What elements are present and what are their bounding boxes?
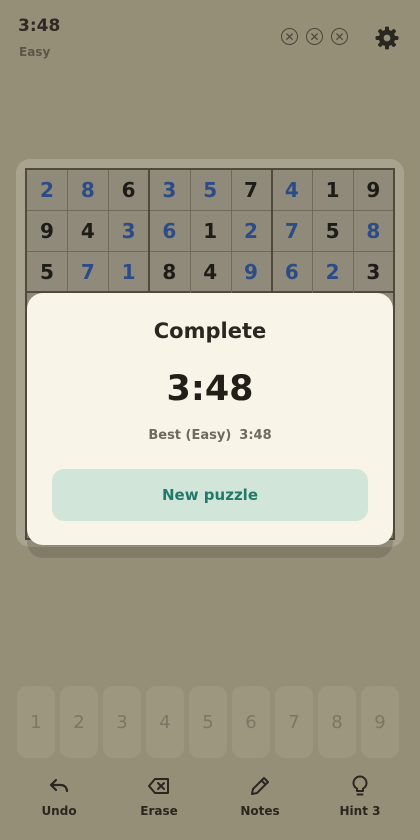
undo-icon: [49, 778, 69, 793]
number-key-2[interactable]: 2: [60, 686, 98, 758]
board-cell[interactable]: 1: [109, 252, 149, 292]
mistake-2-icon: ✕: [306, 28, 323, 45]
board-cell[interactable]: 5: [313, 211, 353, 251]
board-cell[interactable]: 2: [231, 211, 271, 251]
mistake-1-icon: ✕: [281, 28, 298, 45]
number-key-7[interactable]: 7: [275, 686, 313, 758]
board-cell[interactable]: 8: [68, 170, 108, 210]
timer: 3:48: [18, 16, 61, 36]
hint-label: Hint 3: [339, 804, 381, 818]
number-key-6[interactable]: 6: [232, 686, 270, 758]
notes-label: Notes: [240, 804, 280, 818]
best-label: Best (Easy): [148, 428, 232, 443]
number-key-4[interactable]: 4: [146, 686, 184, 758]
notes-button[interactable]: Notes: [220, 770, 300, 830]
board-cell[interactable]: 6: [272, 252, 312, 292]
best-time-line: Best (Easy) 3:48: [27, 428, 393, 443]
lightbulb-icon: [352, 775, 368, 796]
number-key-3[interactable]: 3: [103, 686, 141, 758]
board-cell[interactable]: 8: [149, 252, 189, 292]
undo-button[interactable]: Undo: [19, 770, 99, 830]
board-cell[interactable]: 1: [190, 211, 230, 251]
board-cell[interactable]: 3: [149, 170, 189, 210]
dialog-title: Complete: [153, 319, 267, 343]
mistakes-indicator: ✕ ✕ ✕: [281, 28, 348, 45]
board-cell[interactable]: 9: [27, 211, 67, 251]
undo-label: Undo: [41, 804, 77, 818]
number-key-8[interactable]: 8: [318, 686, 356, 758]
board-cell[interactable]: 4: [190, 252, 230, 292]
board-cell[interactable]: 9: [353, 170, 393, 210]
best-time: 3:48: [239, 428, 272, 443]
erase-label: Erase: [140, 804, 178, 818]
pencil-icon: [251, 777, 269, 795]
completion-dialog: Complete 3:48 Best (Easy) 3:48 New puzzle: [27, 293, 393, 545]
mistake-3-icon: ✕: [331, 28, 348, 45]
difficulty-label: Easy: [19, 45, 51, 59]
board-cell[interactable]: 7: [272, 211, 312, 251]
board-cell[interactable]: 1: [313, 170, 353, 210]
gear-icon: [375, 26, 399, 50]
new-puzzle-button[interactable]: New puzzle: [52, 469, 368, 521]
board-cell[interactable]: 2: [27, 170, 67, 210]
board-cell[interactable]: 5: [190, 170, 230, 210]
erase-icon: [148, 778, 169, 794]
number-key-9[interactable]: 9: [361, 686, 399, 758]
number-key-5[interactable]: 5: [189, 686, 227, 758]
board-cell[interactable]: 4: [68, 211, 108, 251]
action-toolbar: Undo Erase Notes Hint 3: [0, 770, 420, 830]
board-cell[interactable]: 8: [353, 211, 393, 251]
board-cell[interactable]: 2: [313, 252, 353, 292]
board-cell[interactable]: 9: [231, 252, 271, 292]
board-cell[interactable]: 6: [149, 211, 189, 251]
board-cell[interactable]: 4: [272, 170, 312, 210]
number-key-1[interactable]: 1: [17, 686, 55, 758]
erase-button[interactable]: Erase: [119, 770, 199, 830]
board-cell[interactable]: 5: [27, 252, 67, 292]
number-pad: 1 2 3 4 5 6 7 8 9: [17, 686, 403, 758]
board-cell[interactable]: 6: [109, 170, 149, 210]
completion-time: 3:48: [166, 369, 254, 409]
board-cell[interactable]: 3: [353, 252, 393, 292]
top-bar: 3:48 Easy ✕ ✕ ✕: [0, 0, 420, 70]
settings-button[interactable]: [374, 25, 400, 51]
hint-button[interactable]: Hint 3: [320, 770, 400, 830]
board-cell[interactable]: 7: [231, 170, 271, 210]
board-cell[interactable]: 3: [109, 211, 149, 251]
board-cell[interactable]: 7: [68, 252, 108, 292]
